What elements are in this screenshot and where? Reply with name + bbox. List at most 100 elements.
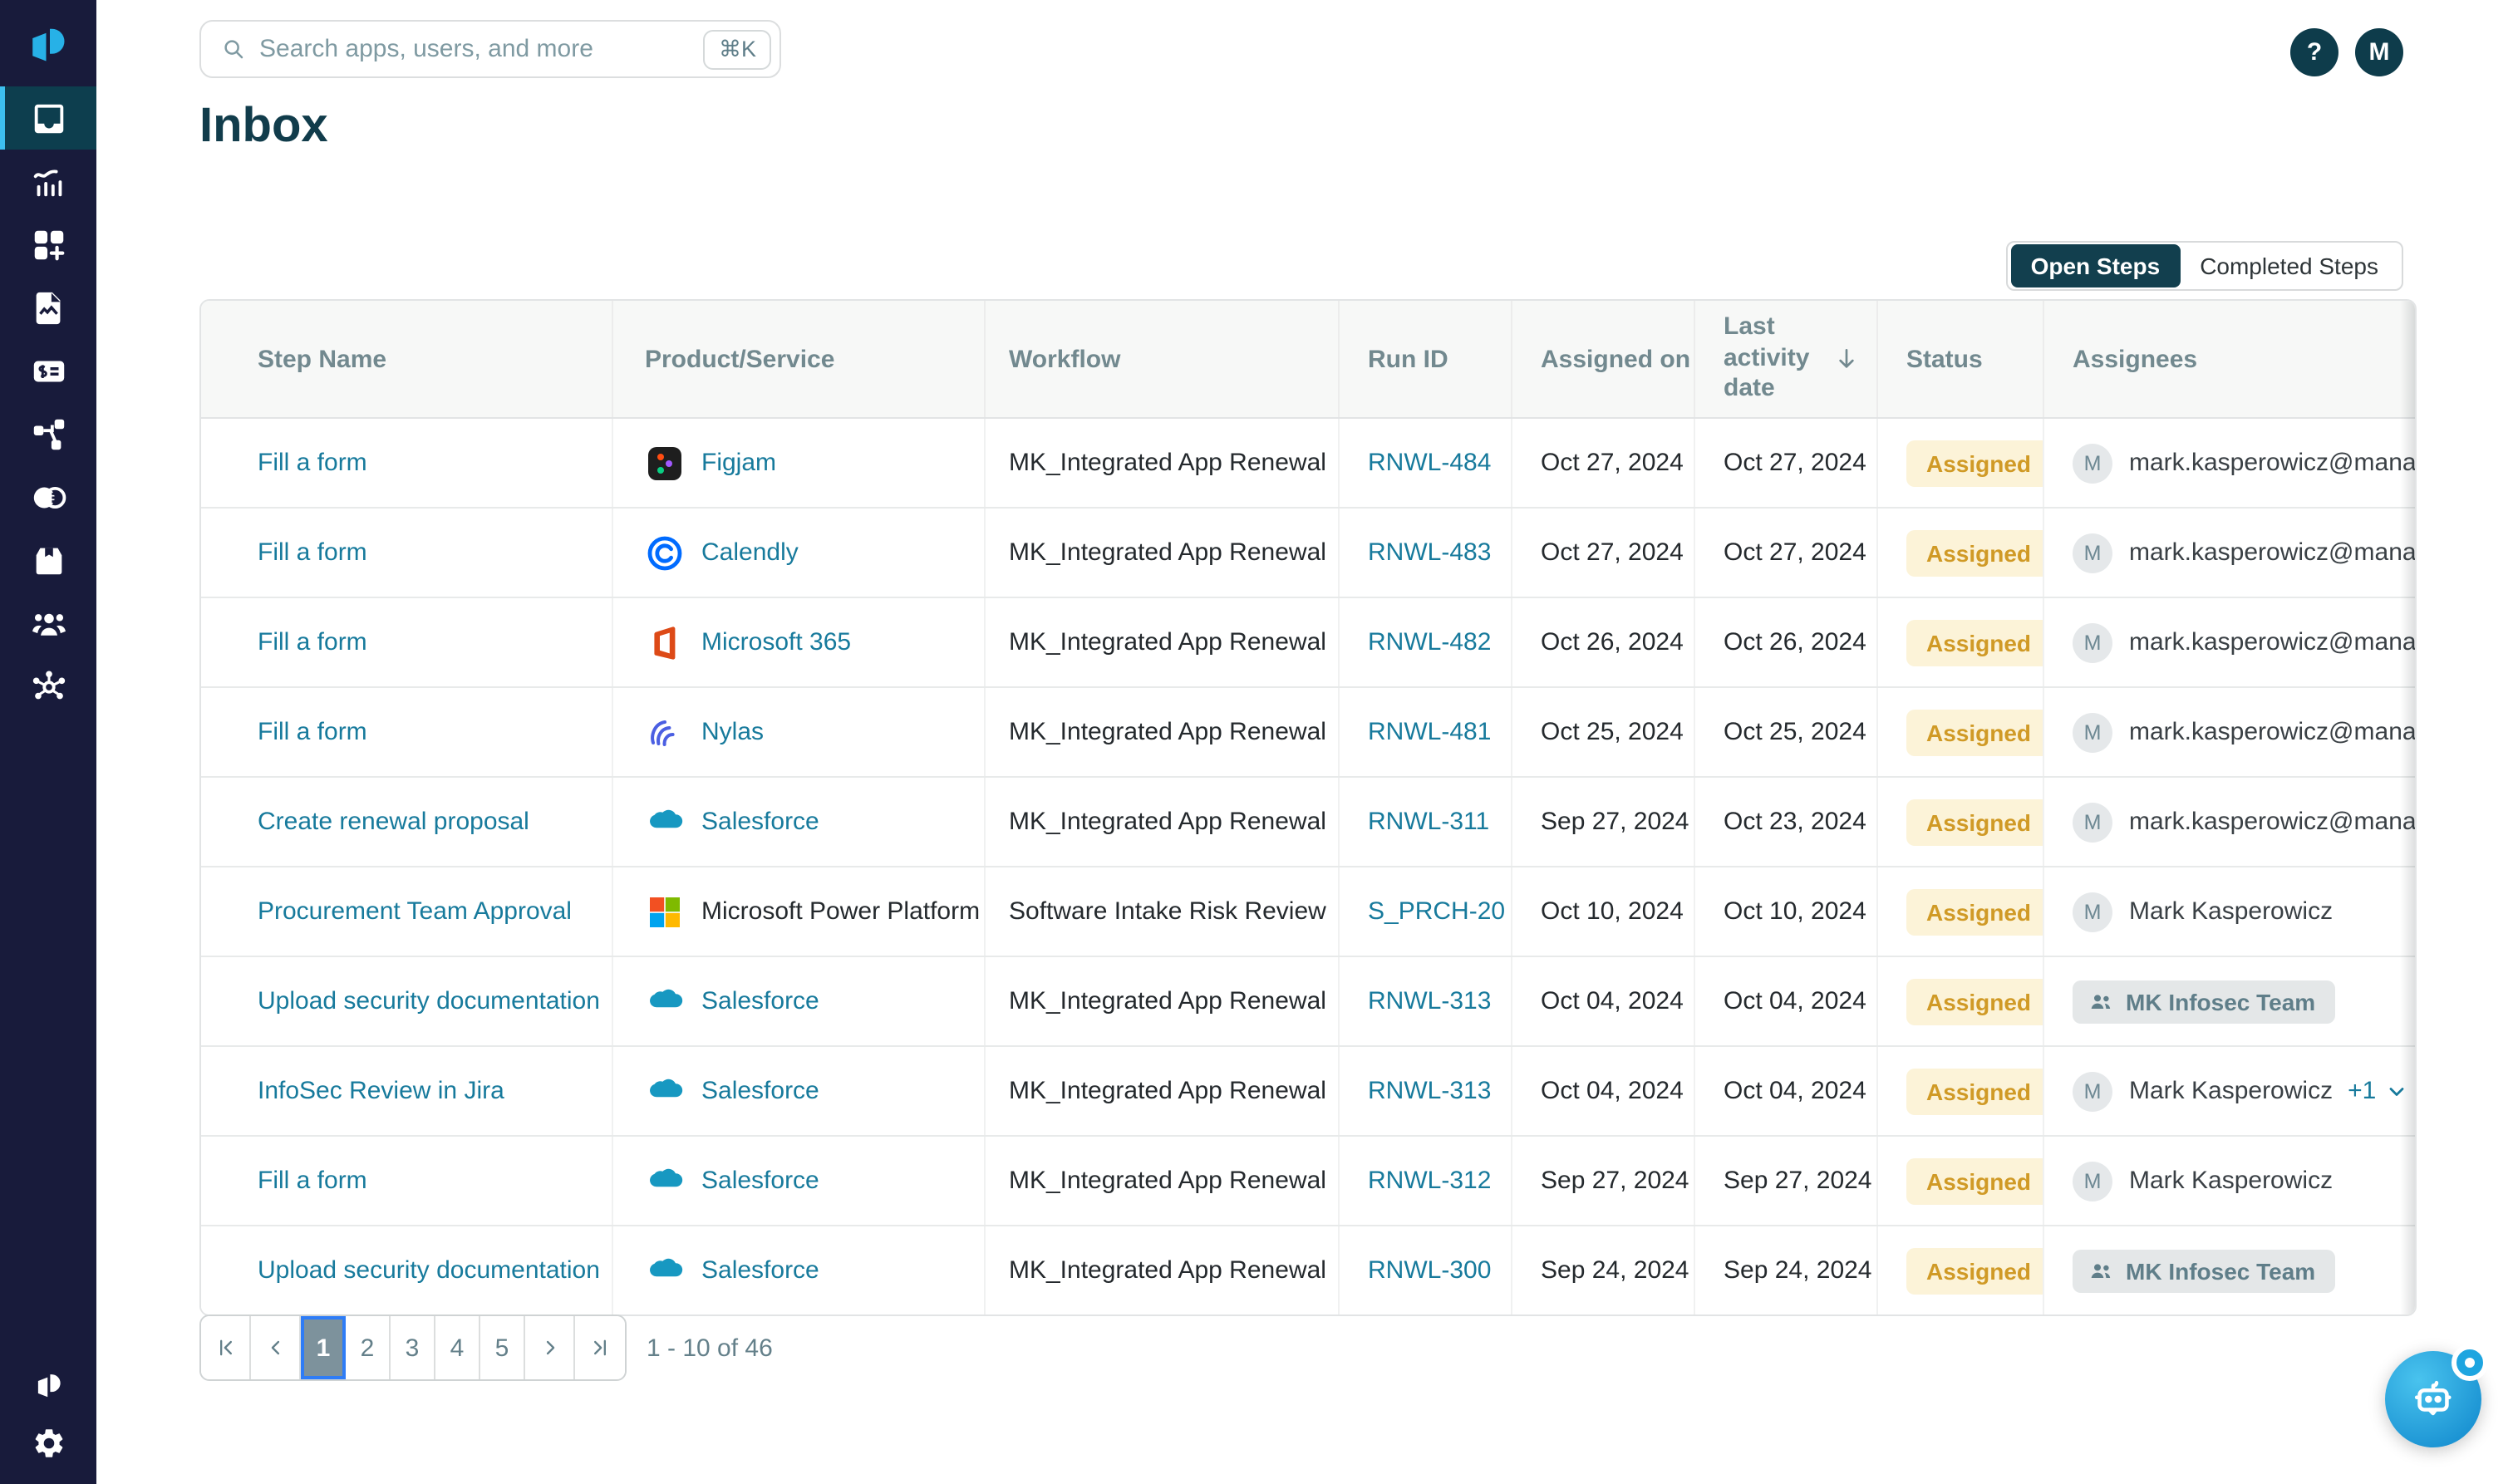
- pagination-page-4[interactable]: 4: [435, 1316, 480, 1379]
- assigned-on-date: Oct 26, 2024: [1541, 628, 1684, 656]
- tab-completed-steps[interactable]: Completed Steps: [2180, 244, 2398, 287]
- assigned-on-date: Sep 24, 2024: [1541, 1256, 1689, 1285]
- step-name-link[interactable]: Upload security documentation: [258, 1256, 600, 1285]
- column-header-step-name[interactable]: Step Name: [201, 301, 613, 417]
- pagination-page-1[interactable]: 1: [301, 1316, 346, 1379]
- run-id-link[interactable]: RNWL-481: [1368, 718, 1491, 746]
- step-name-link[interactable]: Create renewal proposal: [258, 808, 529, 836]
- table-row: Fill a form Calendly MK_Integrated App R…: [201, 509, 2417, 598]
- status-badge: Assigned: [1906, 978, 2044, 1025]
- user-avatar[interactable]: M: [2355, 28, 2403, 76]
- sidebar-item-procurement[interactable]: [0, 528, 96, 592]
- pagination-next-button[interactable]: [525, 1316, 575, 1379]
- assignee-avatar: M: [2073, 533, 2112, 572]
- sidebar-item-integrations[interactable]: [0, 655, 96, 718]
- pagination-page-2[interactable]: 2: [346, 1316, 391, 1379]
- run-id-link[interactable]: RNWL-300: [1368, 1256, 1491, 1285]
- tab-open-steps[interactable]: Open Steps: [2011, 244, 2181, 287]
- sidebar-footer: [0, 1358, 96, 1471]
- nylas-icon: [645, 712, 685, 752]
- sidebar-item-spend[interactable]: [0, 339, 96, 402]
- chevron-down-icon[interactable]: [2384, 1079, 2407, 1103]
- productiv-logo-icon: [23, 22, 73, 71]
- assignee-name: mark.kasperowicz@manag: [2129, 449, 2417, 477]
- steps-tab-group: Open Steps Completed Steps: [2006, 241, 2403, 291]
- column-header-status[interactable]: Status: [1878, 301, 2044, 417]
- product-link[interactable]: Calendly: [701, 538, 799, 567]
- sidebar-item-analytics[interactable]: [0, 150, 96, 213]
- product-link[interactable]: Salesforce: [701, 1167, 819, 1195]
- sidebar-item-inbox[interactable]: [0, 86, 96, 150]
- pagination-page-5[interactable]: 5: [480, 1316, 525, 1379]
- last-activity-date: Oct 04, 2024: [1724, 987, 1866, 1015]
- column-header-assignees[interactable]: Assignees: [2044, 301, 2417, 417]
- apps-icon: [29, 225, 67, 263]
- sidebar-item-contracts[interactable]: [0, 276, 96, 339]
- run-id-link[interactable]: RNWL-313: [1368, 1077, 1491, 1105]
- run-id-link[interactable]: RNWL-313: [1368, 987, 1491, 1015]
- settings-gear-icon: [31, 1425, 66, 1460]
- sidebar-item-teams[interactable]: [0, 592, 96, 655]
- product-link[interactable]: Salesforce: [701, 808, 819, 836]
- sidebar-item-workflows[interactable]: [0, 402, 96, 465]
- workflow-name: MK_Integrated App Renewal: [1009, 1167, 1326, 1195]
- assignees-cell: MK Infosec Team: [2044, 1226, 2417, 1314]
- assignees-cell: Mmark.kasperowicz@manag: [2044, 688, 2417, 776]
- pagination-first-button[interactable]: [201, 1316, 251, 1379]
- assigned-on-date: Oct 04, 2024: [1541, 1077, 1684, 1105]
- step-name-link[interactable]: Fill a form: [258, 538, 367, 567]
- assignees-cell: MMark Kasperowicz: [2044, 867, 2417, 956]
- column-header-last-activity-date[interactable]: Last activity date: [1695, 301, 1878, 417]
- column-header-product-service[interactable]: Product/Service: [613, 301, 986, 417]
- assignee-name: mark.kasperowicz@manag: [2129, 718, 2417, 746]
- step-name-link[interactable]: Fill a form: [258, 1167, 367, 1195]
- global-search[interactable]: ⌘K: [199, 20, 781, 78]
- sidebar-item-benchmarks[interactable]: [0, 465, 96, 528]
- sort-desc-arrow-icon: [1833, 346, 1860, 372]
- product-link[interactable]: Salesforce: [701, 987, 819, 1015]
- run-id-link[interactable]: RNWL-484: [1368, 449, 1491, 477]
- pagination-page-3[interactable]: 3: [391, 1316, 435, 1379]
- step-name-link[interactable]: Fill a form: [258, 628, 367, 656]
- column-header-workflow[interactable]: Workflow: [986, 301, 1340, 417]
- product-link[interactable]: Salesforce: [701, 1077, 819, 1105]
- workflow-name: MK_Integrated App Renewal: [1009, 449, 1326, 477]
- step-name-link[interactable]: Procurement Team Approval: [258, 897, 572, 926]
- run-id-link[interactable]: S_PRCH-20: [1368, 897, 1505, 926]
- workflow-name: MK_Integrated App Renewal: [1009, 1077, 1326, 1105]
- assignees-cell: MMark Kasperowicz: [2044, 1137, 2417, 1225]
- figjam-icon: [645, 443, 685, 483]
- help-button[interactable]: ?: [2290, 28, 2338, 76]
- pagination-prev-button[interactable]: [251, 1316, 301, 1379]
- assigned-on-date: Sep 27, 2024: [1541, 808, 1689, 836]
- assignee-avatar: M: [2073, 622, 2112, 662]
- assignee-team-badge: MK Infosec Team: [2073, 1249, 2335, 1292]
- sidebar-item-apps[interactable]: [0, 213, 96, 276]
- product-link[interactable]: Microsoft 365: [701, 628, 851, 656]
- product-link[interactable]: Nylas: [701, 718, 764, 746]
- step-name-link[interactable]: Fill a form: [258, 449, 367, 477]
- column-header-assigned-on[interactable]: Assigned on: [1512, 301, 1695, 417]
- run-id-link[interactable]: RNWL-483: [1368, 538, 1491, 567]
- salesforce-icon: [645, 802, 685, 842]
- sidebar-footer-productiv-mark[interactable]: [0, 1358, 96, 1414]
- step-name-link[interactable]: Upload security documentation: [258, 987, 600, 1015]
- pagination: 12345 1 - 10 of 46: [199, 1314, 773, 1381]
- pagination-buttons: 12345: [199, 1314, 627, 1381]
- chatbot-button[interactable]: [2385, 1351, 2481, 1447]
- product-link[interactable]: Salesforce: [701, 1256, 819, 1285]
- run-id-link[interactable]: RNWL-312: [1368, 1167, 1491, 1195]
- search-input[interactable]: [246, 35, 704, 63]
- assignee-more-toggle[interactable]: +1: [2348, 1077, 2376, 1105]
- run-id-link[interactable]: RNWL-482: [1368, 628, 1491, 656]
- assigned-on-date: Oct 10, 2024: [1541, 897, 1684, 926]
- run-id-link[interactable]: RNWL-311: [1368, 808, 1489, 836]
- contracts-icon: [29, 288, 67, 327]
- sidebar-footer-settings-gear[interactable]: [0, 1414, 96, 1471]
- step-name-link[interactable]: Fill a form: [258, 718, 367, 746]
- column-header-run-id[interactable]: Run ID: [1340, 301, 1512, 417]
- pagination-last-button[interactable]: [575, 1316, 625, 1379]
- status-badge: Assigned: [1906, 529, 2044, 576]
- step-name-link[interactable]: InfoSec Review in Jira: [258, 1077, 504, 1105]
- product-link[interactable]: Figjam: [701, 449, 776, 477]
